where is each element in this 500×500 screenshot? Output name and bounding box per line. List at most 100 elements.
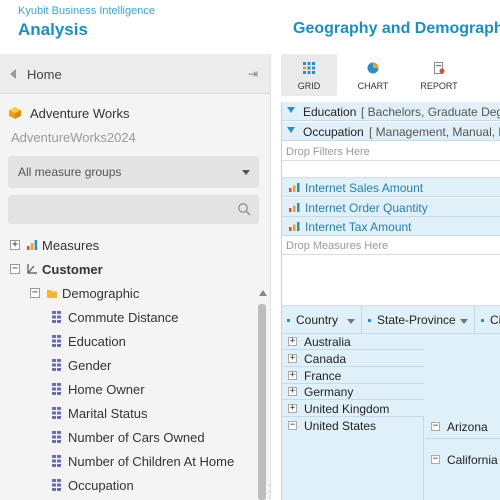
drop-filters-zone[interactable]: Drop Filters Here	[282, 143, 500, 161]
pivot-grid: Education [ Bachelors, Graduate Degree ]…	[281, 102, 500, 500]
cube-name[interactable]: Adventure Works	[30, 106, 129, 121]
splitter-handle[interactable]: · · ·	[268, 481, 270, 500]
column-headers-area	[282, 258, 500, 306]
report-label: REPORT	[420, 81, 458, 91]
row-separator	[425, 438, 500, 439]
measure-internet-sales-amount[interactable]: Internet Sales Amount	[282, 178, 500, 197]
tree-item-number-of-children-at-home[interactable]: Number of Children At Home	[0, 452, 250, 472]
filter-icon	[287, 107, 295, 113]
filter-value: [ Management, Manual, Professional ]	[369, 125, 500, 139]
row-member-australia[interactable]: + Australia	[282, 334, 424, 350]
tree-item-label: Occupation	[68, 478, 134, 493]
folder-icon	[47, 290, 57, 298]
collapse-icon[interactable]: −	[30, 288, 40, 298]
expand-icon[interactable]: +	[288, 354, 297, 363]
home-bar[interactable]: Home ⇥	[0, 54, 270, 94]
filter-name: Education	[303, 105, 357, 119]
report-view-button[interactable]: REPORT	[409, 54, 469, 96]
tree-item-gender[interactable]: Gender	[0, 356, 250, 376]
row-member-label: Australia	[304, 335, 351, 349]
row-member-united-kingdom[interactable]: + United Kingdom	[282, 401, 424, 417]
tree-item-occupation[interactable]: Occupation	[0, 476, 250, 496]
database-name: AdventureWorks2024	[11, 130, 136, 145]
bar-chart-icon	[289, 222, 300, 231]
filter-education[interactable]: Education [ Bachelors, Graduate Degree ]	[282, 102, 500, 121]
row-member-label: California	[447, 453, 498, 467]
row-header-city[interactable]: City	[476, 306, 500, 334]
row-member-label: Canada	[304, 352, 347, 366]
tree-item-label: Marital Status	[68, 406, 148, 421]
expand-icon[interactable]: +	[288, 387, 297, 396]
dimension-dot-icon	[368, 319, 371, 322]
search-input[interactable]	[8, 195, 228, 224]
tree-item-label: Home Owner	[68, 382, 145, 397]
tree-item-marital-status[interactable]: Marital Status	[0, 404, 250, 424]
tree-item-customer[interactable]: − Customer	[0, 260, 250, 280]
scrollbar-thumb[interactable]	[258, 304, 266, 500]
filter-name: Occupation	[303, 125, 364, 139]
search-icon[interactable]	[237, 202, 251, 216]
tree-item-number-of-cars-owned[interactable]: Number of Cars Owned	[0, 428, 250, 448]
tree-item-home-owner[interactable]: Home Owner	[0, 380, 250, 400]
row-members-area: + Australia + Canada + France + Germany …	[282, 334, 500, 500]
tree-item-label: Number of Cars Owned	[68, 430, 205, 445]
filter-occupation[interactable]: Occupation [ Management, Manual, Profess…	[282, 122, 500, 141]
row-header-country[interactable]: Country	[282, 306, 362, 334]
chart-view-button[interactable]: CHART	[345, 54, 401, 96]
row-member-label: United Kingdom	[304, 402, 390, 416]
measure-label: Internet Tax Amount	[305, 220, 412, 234]
row-header-label: Country	[296, 313, 339, 327]
measure-group-select[interactable]: All measure groups	[8, 156, 259, 188]
attribute-icon	[52, 311, 61, 323]
attribute-icon	[52, 335, 61, 347]
grid-view-button[interactable]: GRID	[281, 54, 337, 96]
expand-icon[interactable]: +	[288, 371, 297, 380]
row-header-state-province[interactable]: State-Province	[363, 306, 475, 334]
measure-internet-order-quantity[interactable]: Internet Order Quantity	[282, 198, 500, 217]
collapse-icon[interactable]: −	[10, 264, 20, 274]
tree-item-label: Gender	[68, 358, 112, 373]
scrollbar[interactable]	[258, 304, 266, 500]
expand-icon[interactable]: +	[10, 240, 20, 250]
scroll-up-icon[interactable]	[259, 290, 267, 296]
tree-item-measures[interactable]: + Measures	[0, 236, 250, 256]
chart-label: CHART	[357, 81, 389, 91]
expand-icon[interactable]: +	[288, 337, 297, 346]
cube-icon	[9, 107, 21, 119]
cube-explorer-panel: Home ⇥ Adventure Works AdventureWorks202…	[0, 54, 271, 500]
caret-down-icon[interactable]	[347, 319, 355, 324]
view-toolbar: GRID CHART REPORT	[281, 54, 500, 96]
attribute-icon	[52, 455, 61, 467]
row-header-label: City	[490, 313, 500, 327]
bar-chart-icon	[289, 183, 300, 192]
tree-item-commute-distance[interactable]: Commute Distance	[0, 308, 250, 328]
expand-icon[interactable]: +	[288, 404, 297, 413]
row-member-germany[interactable]: + Germany	[282, 384, 424, 400]
report-title: Geography and Demographic	[293, 20, 500, 37]
caret-down-icon[interactable]	[460, 319, 468, 324]
row-header-strip: Country State-Province City	[282, 306, 500, 334]
tree-item-label: Education	[68, 334, 126, 349]
search-box	[8, 195, 259, 224]
drop-measures-zone[interactable]: Drop Measures Here	[282, 237, 500, 255]
row-member-france[interactable]: + France	[282, 368, 424, 384]
collapse-icon[interactable]: −	[431, 422, 440, 431]
collapse-icon[interactable]: −	[288, 421, 297, 430]
row-member-label: Arizona	[447, 420, 488, 434]
filter-icon	[287, 127, 295, 133]
row-member-united-states[interactable]: − United States	[282, 416, 424, 500]
tree-item-education[interactable]: Education	[0, 332, 250, 352]
tree-item-demographic[interactable]: − Demographic	[0, 284, 250, 304]
pin-icon[interactable]: ⇥	[248, 67, 258, 81]
measure-label: Internet Sales Amount	[305, 181, 424, 195]
home-label[interactable]: Home	[27, 67, 62, 82]
bar-chart-icon	[27, 240, 38, 250]
tree-item-label: Measures	[42, 238, 100, 253]
measure-internet-tax-amount[interactable]: Internet Tax Amount	[282, 217, 500, 236]
back-arrow-icon[interactable]	[10, 69, 16, 79]
brand-name: Kyubit Business Intelligence	[18, 5, 155, 17]
bar-chart-icon	[289, 203, 300, 212]
grid-icon	[303, 62, 315, 74]
collapse-icon[interactable]: −	[431, 455, 440, 464]
row-member-canada[interactable]: + Canada	[282, 351, 424, 367]
